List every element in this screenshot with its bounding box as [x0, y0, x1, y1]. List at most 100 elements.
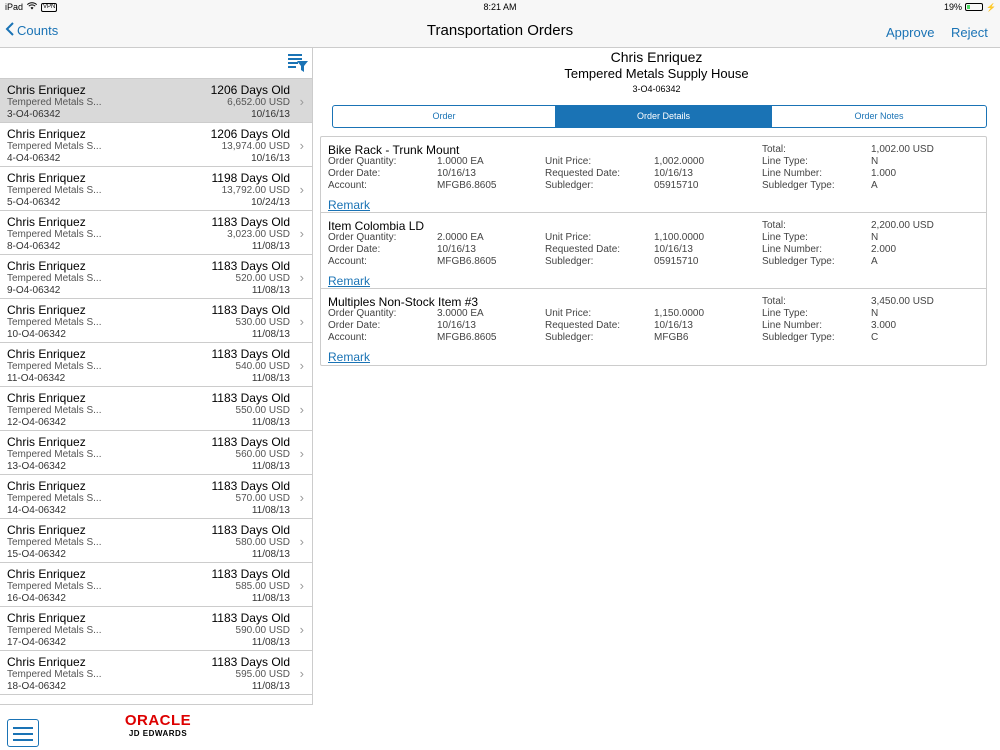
list-item-company: Tempered Metals S...	[7, 317, 102, 328]
order-quantity-label: Order Quantity:	[328, 232, 397, 243]
order-line-item: Bike Rack - Trunk Mount Order Quantity: 1.…	[321, 137, 986, 213]
tab-order[interactable]: Order	[333, 106, 555, 127]
list-item[interactable]: Chris Enriquez Tempered Metals S... 12-O4-…	[0, 387, 312, 431]
line-number-value: 1.000	[871, 168, 897, 179]
list-item-amount: 3,023.00 USD	[227, 229, 290, 240]
list-item[interactable]: Chris Enriquez Tempered Metals S... 9-O4-0…	[0, 255, 312, 299]
remark-link[interactable]: Remark	[328, 198, 370, 212]
list-item-order: 12-O4-06342	[7, 417, 66, 428]
list-item-name: Chris Enriquez	[7, 523, 86, 537]
list-item[interactable]: Chris Enriquez Tempered Metals S... 8-O4-0…	[0, 211, 312, 255]
list-item-name: Chris Enriquez	[7, 391, 86, 405]
subledger-type-label: Subledger Type:	[762, 180, 835, 191]
list-item-amount: 13,974.00 USD	[221, 141, 290, 152]
chevron-right-icon: ›	[299, 358, 304, 373]
list-item-name: Chris Enriquez	[7, 435, 86, 449]
order-quantity-value: 3.0000 EA	[437, 308, 484, 319]
list-item-days: 1183 Days Old	[211, 523, 291, 537]
order-date-value: 10/16/13	[437, 320, 476, 331]
list-item-days: 1183 Days Old	[211, 479, 291, 493]
list-item-company: Tempered Metals S...	[7, 361, 102, 372]
line-number-label: Line Number:	[762, 320, 823, 331]
navigation-bar: Counts Transportation Orders Approve Rej…	[0, 14, 1000, 48]
order-date-label: Order Date:	[328, 244, 381, 255]
list-item-company: Tempered Metals S...	[7, 141, 102, 152]
list-item-order: 13-O4-06342	[7, 461, 66, 472]
account-label: Account:	[328, 332, 367, 343]
list-item[interactable]: Chris Enriquez Tempered Metals S... 5-O4-0…	[0, 167, 312, 211]
list-item-days: 1183 Days Old	[211, 435, 291, 449]
list-item-date: 11/08/13	[251, 373, 290, 384]
requested-date-value: 10/16/13	[654, 320, 693, 331]
line-number-label: Line Number:	[762, 244, 823, 255]
status-bar: iPad VPN 8:21 AM 19% ⚡	[0, 0, 1000, 14]
header-order-number: 3-O4-06342	[632, 84, 681, 94]
unit-price-label: Unit Price:	[545, 156, 592, 167]
list-item-order: 16-O4-06342	[7, 593, 66, 604]
tab-order-details[interactable]: Order Details	[555, 106, 771, 127]
list-item[interactable]: Chris Enriquez Tempered Metals S... 14-O4-…	[0, 475, 312, 519]
list-item-date: 11/08/13	[251, 681, 290, 692]
list-item-order: 5-O4-06342	[7, 197, 61, 208]
list-item-name: Chris Enriquez	[7, 611, 86, 625]
list-item[interactable]: Chris Enriquez Tempered Metals S... 10-O4-…	[0, 299, 312, 343]
list-item-order: 8-O4-06342	[7, 241, 61, 252]
list-item-name: Chris Enriquez	[7, 259, 86, 273]
order-quantity-label: Order Quantity:	[328, 156, 397, 167]
subledger-type-value: A	[871, 180, 878, 191]
list-item-name: Chris Enriquez	[7, 83, 86, 97]
filter-bar	[0, 48, 312, 79]
hamburger-menu-icon[interactable]	[7, 719, 39, 747]
list-item[interactable]: Chris Enriquez Tempered Metals S... 3-O4-0…	[0, 79, 312, 123]
list-item-order: 3-O4-06342	[7, 109, 61, 120]
order-details-card: Bike Rack - Trunk Mount Order Quantity: 1.…	[320, 136, 987, 366]
reject-button[interactable]: Reject	[951, 25, 988, 40]
tab-order-notes[interactable]: Order Notes	[771, 106, 986, 127]
requested-date-label: Requested Date:	[545, 168, 621, 179]
list-item[interactable]: Chris Enriquez Tempered Metals S... 4-O4-0…	[0, 123, 312, 167]
list-item-company: Tempered Metals S...	[7, 273, 102, 284]
battery-percent: 19%	[944, 2, 963, 12]
chevron-right-icon: ›	[299, 578, 304, 593]
page-title: Transportation Orders	[426, 22, 574, 39]
remark-link[interactable]: Remark	[328, 274, 370, 288]
order-quantity-value: 2.0000 EA	[437, 232, 484, 243]
list-item-company: Tempered Metals S...	[7, 537, 102, 548]
order-quantity-value: 1.0000 EA	[437, 156, 484, 167]
chevron-right-icon: ›	[299, 622, 304, 637]
list-item[interactable]: Chris Enriquez Tempered Metals S... 15-O4-…	[0, 519, 312, 563]
list-item-order: 15-O4-06342	[7, 549, 66, 560]
line-number-value: 2.000	[871, 244, 897, 255]
subledger-value: 05915710	[654, 256, 699, 267]
list-item[interactable]: Chris Enriquez Tempered Metals S... 16-O4-…	[0, 563, 312, 607]
list-item-amount: 13,792.00 USD	[221, 185, 290, 196]
list-item-amount: 580.00 USD	[235, 537, 290, 548]
list-item-date: 10/24/13	[251, 197, 290, 208]
list-item-amount: 570.00 USD	[235, 493, 290, 504]
filter-icon[interactable]	[287, 52, 309, 74]
chevron-right-icon: ›	[299, 138, 304, 153]
list-item-amount: 550.00 USD	[235, 405, 290, 416]
order-date-label: Order Date:	[328, 320, 381, 331]
remark-link[interactable]: Remark	[328, 350, 370, 364]
total-label: Total:	[762, 296, 786, 307]
unit-price-value: 1,150.0000	[654, 308, 705, 319]
orders-list-panel: Chris Enriquez Tempered Metals S... 3-O4-0…	[0, 48, 313, 750]
list-item[interactable]: Chris Enriquez Tempered Metals S... 17-O4-…	[0, 607, 312, 651]
list-item-amount: 540.00 USD	[235, 361, 290, 372]
subledger-type-label: Subledger Type:	[762, 332, 835, 343]
subledger-label: Subledger:	[545, 180, 594, 191]
list-item[interactable]: Chris Enriquez Tempered Metals S... 13-O4-…	[0, 431, 312, 475]
list-item-date: 10/16/13	[251, 109, 290, 120]
list-item[interactable]: Chris Enriquez Tempered Metals S... 11-O4-…	[0, 343, 312, 387]
charging-icon: ⚡	[986, 2, 996, 12]
approve-button[interactable]: Approve	[886, 25, 934, 40]
list-item-name: Chris Enriquez	[7, 347, 86, 361]
list-item-order: 14-O4-06342	[7, 505, 66, 516]
chevron-right-icon: ›	[299, 666, 304, 681]
list-item-company: Tempered Metals S...	[7, 669, 102, 680]
list-item[interactable]: Chris Enriquez Tempered Metals S... 18-O4-…	[0, 651, 312, 695]
list-item-date: 11/08/13	[251, 417, 290, 428]
requested-date-label: Requested Date:	[545, 320, 621, 331]
line-number-value: 3.000	[871, 320, 897, 331]
